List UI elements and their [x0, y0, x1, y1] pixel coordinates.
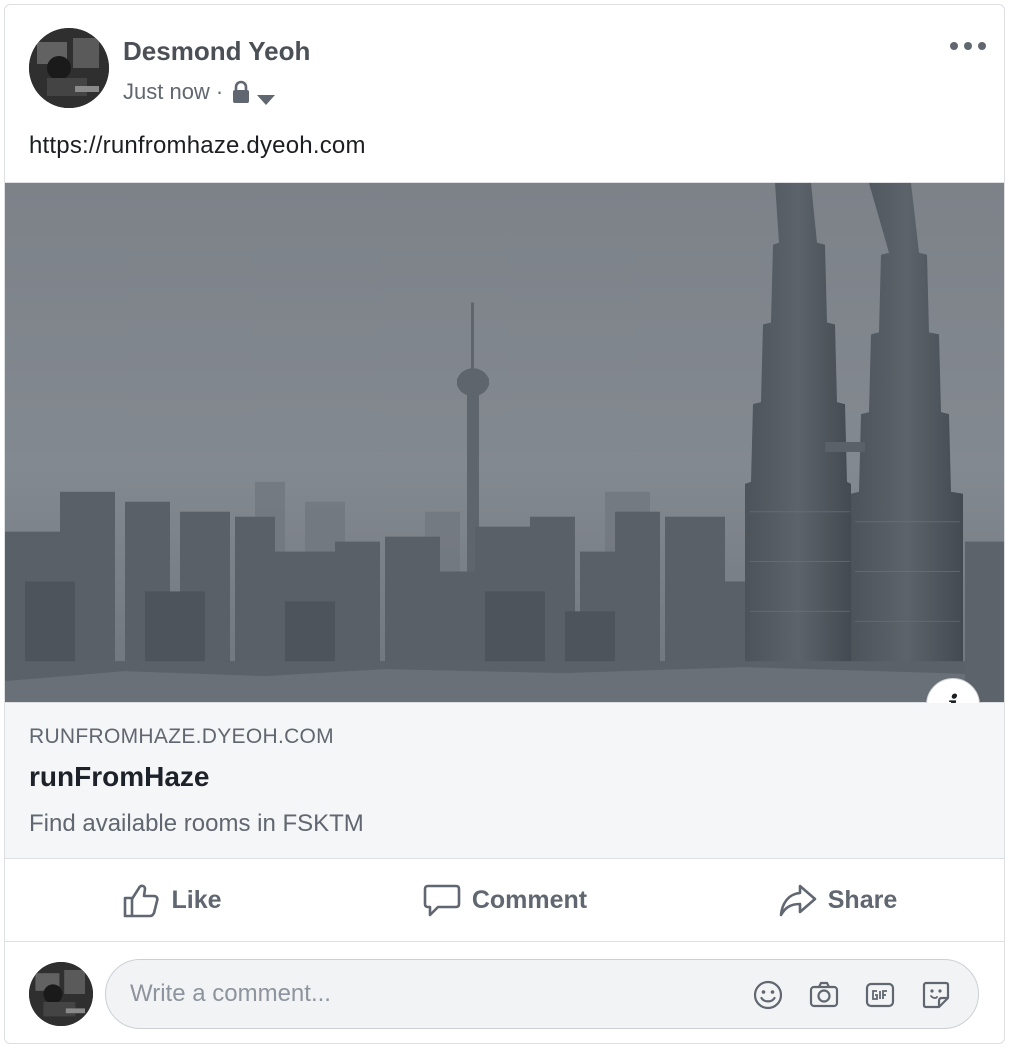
emoji-icon[interactable] — [752, 979, 784, 1011]
link-preview-caption[interactable]: RUNFROMHAZE.DYEOH.COM runFromHaze Find a… — [5, 703, 1004, 859]
more-options-button[interactable] — [950, 35, 986, 57]
like-button[interactable]: Like — [5, 859, 338, 941]
viewer-avatar[interactable] — [29, 962, 93, 1026]
link-title[interactable]: runFromHaze — [29, 761, 209, 793]
post-meta: Just now · — [123, 77, 276, 107]
author-name[interactable]: Desmond Yeoh — [123, 36, 310, 67]
comment-button[interactable]: Comment — [338, 859, 671, 941]
comment-input[interactable] — [130, 976, 710, 1012]
dot-icon — [978, 42, 986, 50]
dot-icon — [950, 42, 958, 50]
comment-icon — [423, 884, 461, 917]
post-text[interactable]: https://runfromhaze.dyeoh.com — [29, 132, 366, 160]
dot-icon — [964, 42, 972, 50]
post-actions: Like Comment Share — [5, 859, 1004, 942]
comment-label: Comment — [471, 885, 588, 914]
sticker-icon[interactable] — [920, 979, 952, 1011]
author-avatar[interactable] — [29, 28, 109, 108]
link-preview-image[interactable] — [5, 182, 1004, 703]
lock-icon[interactable] — [231, 80, 251, 104]
like-label: Like — [171, 885, 222, 914]
share-label: Share — [827, 885, 898, 914]
share-button[interactable]: Share — [671, 859, 1004, 941]
gif-icon[interactable] — [864, 979, 896, 1011]
avatar-image — [29, 962, 93, 1026]
thumbs-up-icon — [124, 884, 160, 918]
comment-tools — [752, 977, 952, 1013]
hazy-skyline-image — [5, 183, 1004, 702]
post-timestamp[interactable]: Just now — [123, 79, 210, 105]
share-arrow-icon — [779, 884, 817, 917]
audience-caret-icon[interactable] — [257, 86, 276, 105]
link-domain: RUNFROMHAZE.DYEOH.COM — [29, 725, 334, 748]
meta-separator: · — [215, 79, 224, 104]
camera-icon[interactable] — [808, 979, 840, 1011]
post-card: Desmond Yeoh Just now · https://runfromh… — [4, 4, 1005, 1044]
link-description: Find available rooms in FSKTM — [29, 810, 364, 837]
avatar-image — [29, 28, 109, 108]
post-header: Desmond Yeoh Just now · — [5, 5, 1004, 125]
comment-composer — [5, 942, 1004, 1043]
comment-box[interactable] — [105, 959, 979, 1029]
